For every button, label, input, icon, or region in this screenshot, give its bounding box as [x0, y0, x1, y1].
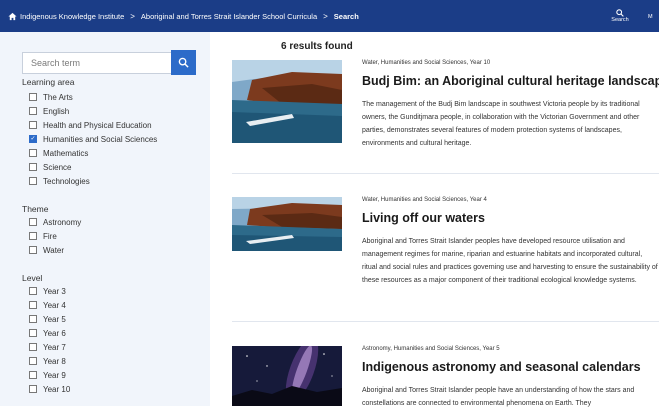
result-meta: Water, Humanities and Social Sciences, Y…: [362, 60, 491, 66]
result-item: Astronomy, Humanities and Social Science…: [232, 346, 659, 407]
filter-option[interactable]: English: [29, 104, 157, 118]
home-icon: [8, 12, 17, 20]
filter-label: Mathematics: [43, 148, 89, 158]
filter-option[interactable]: Year 8: [29, 354, 70, 368]
filter-option[interactable]: Science: [29, 160, 157, 174]
breadcrumb-home[interactable]: Indigenous Knowledge Institute: [8, 12, 124, 21]
breadcrumb-link-institute[interactable]: Indigenous Knowledge Institute: [20, 12, 124, 21]
river-gorge-image: [232, 197, 342, 251]
search-icon: [616, 9, 624, 17]
checkbox[interactable]: [29, 357, 37, 365]
checkbox[interactable]: [29, 149, 37, 157]
filter-option[interactable]: Year 3: [29, 284, 70, 298]
filter-option[interactable]: Health and Physical Education: [29, 118, 157, 132]
result-description: The management of the Budj Bim landscape…: [362, 101, 640, 147]
checkbox[interactable]: [29, 343, 37, 351]
filter-label: Year 7: [43, 342, 66, 352]
filter-option[interactable]: Year 9: [29, 368, 70, 382]
facet-list-level: Year 3 Year 4 Year 5 Year 6 Year 7 Year …: [29, 284, 70, 396]
checkbox[interactable]: [29, 218, 37, 226]
night-sky-image: [232, 346, 342, 406]
result-item: Water, Humanities and Social Sciences, Y…: [232, 197, 659, 307]
search-submit-button[interactable]: [171, 50, 196, 75]
filter-label: Astronomy: [43, 217, 82, 227]
header-search-label: Search: [611, 17, 629, 23]
filter-label: The Arts: [43, 92, 73, 102]
checkbox[interactable]: [29, 177, 37, 185]
result-title-link[interactable]: Living off our waters: [362, 211, 485, 225]
filter-sidebar: Search term Learning area The Arts Engli…: [0, 32, 210, 406]
top-nav-bar: Indigenous Knowledge Institute > Aborigi…: [0, 0, 659, 32]
filter-label: Year 9: [43, 370, 66, 380]
filter-option[interactable]: Mathematics: [29, 146, 157, 160]
filter-option[interactable]: Technologies: [29, 174, 157, 188]
facet-list-learning-area: The Arts English Health and Physical Edu…: [29, 90, 157, 188]
filter-label: Year 6: [43, 328, 66, 338]
result-description: Aboriginal and Torres Strait Islander pe…: [362, 238, 658, 284]
filter-label: Water: [43, 245, 65, 255]
filter-label: English: [43, 106, 70, 116]
result-meta: Astronomy, Humanities and Social Science…: [362, 346, 500, 352]
filter-label: Year 8: [43, 356, 66, 366]
checkbox[interactable]: [29, 329, 37, 337]
checkbox[interactable]: [29, 107, 37, 115]
filter-label: Year 3: [43, 286, 66, 296]
facet-list-theme: Astronomy Fire Water: [29, 215, 81, 257]
checkbox[interactable]: [29, 315, 37, 323]
filter-label: Fire: [43, 231, 57, 241]
checkbox[interactable]: [29, 287, 37, 295]
filter-label: Health and Physical Education: [43, 120, 152, 130]
checkbox[interactable]: [29, 93, 37, 101]
filter-label: Year 10: [43, 384, 71, 394]
checkbox-checked[interactable]: [29, 135, 37, 143]
result-description: Aboriginal and Torres Strait Islander pe…: [362, 387, 635, 407]
result-divider: [232, 321, 659, 322]
checkbox[interactable]: [29, 121, 37, 129]
facet-title-learning-area: Learning area: [22, 77, 75, 87]
filter-label: Humanities and Social Sciences: [43, 134, 158, 144]
result-title-link[interactable]: Indigenous astronomy and seasonal calend…: [362, 360, 641, 374]
filter-option[interactable]: Year 5: [29, 312, 70, 326]
breadcrumb-current: Search: [333, 11, 359, 21]
results-count: 6 results found: [281, 41, 353, 52]
facet-title-theme: Theme: [22, 204, 49, 214]
river-gorge-image: [232, 60, 342, 143]
breadcrumb-link-curricula[interactable]: Aboriginal and Torres Strait Islander Sc…: [141, 12, 317, 21]
checkbox[interactable]: [29, 385, 37, 393]
breadcrumb-separator: >: [323, 11, 328, 21]
facet-title-level: Level: [22, 273, 43, 283]
result-title-link[interactable]: Budj Bim: an Aboriginal cultural heritag…: [362, 74, 659, 88]
breadcrumb-separator: >: [130, 11, 135, 21]
filter-option[interactable]: Year 7: [29, 340, 70, 354]
filter-option[interactable]: Fire: [29, 229, 81, 243]
checkbox[interactable]: [29, 163, 37, 171]
result-thumbnail[interactable]: [232, 197, 342, 251]
filter-option[interactable]: Water: [29, 243, 81, 257]
result-item: Water, Humanities and Social Sciences, Y…: [232, 60, 659, 170]
filter-option[interactable]: Year 4: [29, 298, 70, 312]
search-input[interactable]: Search term: [22, 52, 172, 74]
filter-label: Technologies: [43, 176, 90, 186]
result-thumbnail[interactable]: [232, 60, 342, 143]
filter-option[interactable]: Astronomy: [29, 215, 81, 229]
result-thumbnail[interactable]: [232, 346, 342, 406]
result-divider: [232, 173, 659, 174]
filter-label: Science: [43, 162, 72, 172]
result-meta: Water, Humanities and Social Sciences, Y…: [362, 197, 487, 203]
search-icon: [178, 57, 189, 68]
filter-option[interactable]: Humanities and Social Sciences: [29, 132, 157, 146]
checkbox[interactable]: [29, 301, 37, 309]
filter-label: Year 4: [43, 300, 66, 310]
header-menu-label[interactable]: M: [648, 14, 653, 20]
filter-option[interactable]: Year 6: [29, 326, 70, 340]
header-search-button[interactable]: Search: [609, 5, 631, 27]
checkbox[interactable]: [29, 371, 37, 379]
filter-option[interactable]: Year 10: [29, 382, 70, 396]
filter-label: Year 5: [43, 314, 66, 324]
checkbox[interactable]: [29, 232, 37, 240]
checkbox[interactable]: [29, 246, 37, 254]
filter-option[interactable]: The Arts: [29, 90, 157, 104]
